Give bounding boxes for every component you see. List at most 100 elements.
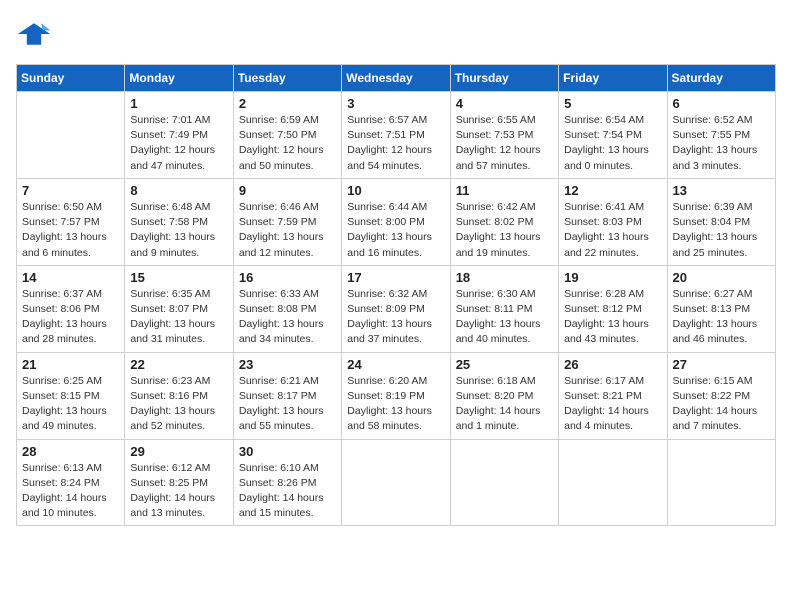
calendar-cell: 11 Sunrise: 6:42 AM Sunset: 8:02 PM Dayli… [450,178,558,265]
calendar-cell: 27 Sunrise: 6:15 AM Sunset: 8:22 PM Dayli… [667,352,775,439]
day-number: 9 [239,183,336,198]
day-number: 8 [130,183,227,198]
calendar-cell [342,439,450,526]
calendar-cell: 12 Sunrise: 6:41 AM Sunset: 8:03 PM Dayli… [559,178,667,265]
day-info: Sunrise: 6:27 AM Sunset: 8:13 PM Dayligh… [673,287,770,348]
day-number: 7 [22,183,119,198]
calendar-cell: 24Sunrise: 6:20 AM Sunset: 8:19 PM Dayli… [342,352,450,439]
day-number: 6 [673,96,770,111]
calendar-cell: 28Sunrise: 6:13 AM Sunset: 8:24 PM Dayli… [17,439,125,526]
day-info: Sunrise: 6:18 AM Sunset: 8:20 PM Dayligh… [456,374,553,435]
day-info: Sunrise: 6:21 AM Sunset: 8:17 PM Dayligh… [239,374,336,435]
day-info: Sunrise: 6:52 AM Sunset: 7:55 PM Dayligh… [673,113,770,174]
column-header-wednesday: Wednesday [342,65,450,92]
calendar-week-row: 1 Sunrise: 7:01 AM Sunset: 7:49 PM Daylig… [17,92,776,179]
calendar-cell: 6 Sunrise: 6:52 AM Sunset: 7:55 PM Daylig… [667,92,775,179]
column-header-tuesday: Tuesday [233,65,341,92]
day-number: 22 [130,357,227,372]
day-info: Sunrise: 6:48 AM Sunset: 7:58 PM Dayligh… [130,200,227,261]
calendar-cell: 16 Sunrise: 6:33 AM Sunset: 8:08 PM Dayli… [233,265,341,352]
day-number: 17 [347,270,444,285]
day-number: 25 [456,357,553,372]
day-number: 29 [130,444,227,459]
day-number: 27 [673,357,770,372]
calendar-cell [559,439,667,526]
day-number: 5 [564,96,661,111]
day-number: 1 [130,96,227,111]
calendar-week-row: 21 Sunrise: 6:25 AM Sunset: 8:15 PM Dayli… [17,352,776,439]
calendar-cell: 22 Sunrise: 6:23 AM Sunset: 8:16 PM Dayli… [125,352,233,439]
day-info: Sunrise: 6:59 AM Sunset: 7:50 PM Dayligh… [239,113,336,174]
day-number: 4 [456,96,553,111]
calendar-cell: 25 Sunrise: 6:18 AM Sunset: 8:20 PM Dayli… [450,352,558,439]
day-info: Sunrise: 7:01 AM Sunset: 7:49 PM Dayligh… [130,113,227,174]
calendar-cell: 20 Sunrise: 6:27 AM Sunset: 8:13 PM Dayli… [667,265,775,352]
day-number: 12 [564,183,661,198]
day-number: 23 [239,357,336,372]
calendar-cell: 10Sunrise: 6:44 AM Sunset: 8:00 PM Dayli… [342,178,450,265]
day-info: Sunrise: 6:44 AM Sunset: 8:00 PM Dayligh… [347,200,444,261]
day-info: Sunrise: 6:57 AM Sunset: 7:51 PM Dayligh… [347,113,444,174]
day-number: 11 [456,183,553,198]
day-info: Sunrise: 6:32 AM Sunset: 8:09 PM Dayligh… [347,287,444,348]
day-info: Sunrise: 6:41 AM Sunset: 8:03 PM Dayligh… [564,200,661,261]
calendar-cell: 4 Sunrise: 6:55 AM Sunset: 7:53 PM Daylig… [450,92,558,179]
day-info: Sunrise: 6:39 AM Sunset: 8:04 PM Dayligh… [673,200,770,261]
logo-icon [16,16,52,52]
calendar-cell: 18Sunrise: 6:30 AM Sunset: 8:11 PM Dayli… [450,265,558,352]
calendar-cell: 3Sunrise: 6:57 AM Sunset: 7:51 PM Daylig… [342,92,450,179]
column-header-saturday: Saturday [667,65,775,92]
calendar-cell [450,439,558,526]
day-number: 2 [239,96,336,111]
day-number: 15 [130,270,227,285]
calendar-cell [667,439,775,526]
day-info: Sunrise: 6:55 AM Sunset: 7:53 PM Dayligh… [456,113,553,174]
day-info: Sunrise: 6:23 AM Sunset: 8:16 PM Dayligh… [130,374,227,435]
day-number: 30 [239,444,336,459]
day-number: 21 [22,357,119,372]
calendar-cell: 23 Sunrise: 6:21 AM Sunset: 8:17 PM Dayli… [233,352,341,439]
calendar-cell: 15Sunrise: 6:35 AM Sunset: 8:07 PM Dayli… [125,265,233,352]
day-number: 14 [22,270,119,285]
calendar-cell: 26 Sunrise: 6:17 AM Sunset: 8:21 PM Dayli… [559,352,667,439]
calendar-cell: 17 Sunrise: 6:32 AM Sunset: 8:09 PM Dayli… [342,265,450,352]
day-number: 19 [564,270,661,285]
calendar-cell: 14 Sunrise: 6:37 AM Sunset: 8:06 PM Dayli… [17,265,125,352]
day-info: Sunrise: 6:15 AM Sunset: 8:22 PM Dayligh… [673,374,770,435]
day-info: Sunrise: 6:30 AM Sunset: 8:11 PM Dayligh… [456,287,553,348]
calendar-cell: 1 Sunrise: 7:01 AM Sunset: 7:49 PM Daylig… [125,92,233,179]
calendar-cell [17,92,125,179]
day-info: Sunrise: 6:50 AM Sunset: 7:57 PM Dayligh… [22,200,119,261]
calendar-cell: 2 Sunrise: 6:59 AM Sunset: 7:50 PM Daylig… [233,92,341,179]
calendar-cell: 21 Sunrise: 6:25 AM Sunset: 8:15 PM Dayli… [17,352,125,439]
day-number: 28 [22,444,119,459]
day-number: 24 [347,357,444,372]
day-info: Sunrise: 6:12 AM Sunset: 8:25 PM Dayligh… [130,461,227,522]
day-info: Sunrise: 6:42 AM Sunset: 8:02 PM Dayligh… [456,200,553,261]
day-info: Sunrise: 6:33 AM Sunset: 8:08 PM Dayligh… [239,287,336,348]
calendar-header-row: SundayMondayTuesdayWednesdayThursdayFrid… [17,65,776,92]
calendar-cell: 8 Sunrise: 6:48 AM Sunset: 7:58 PM Daylig… [125,178,233,265]
calendar-week-row: 28Sunrise: 6:13 AM Sunset: 8:24 PM Dayli… [17,439,776,526]
day-number: 13 [673,183,770,198]
calendar-cell: 9 Sunrise: 6:46 AM Sunset: 7:59 PM Daylig… [233,178,341,265]
day-info: Sunrise: 6:37 AM Sunset: 8:06 PM Dayligh… [22,287,119,348]
column-header-monday: Monday [125,65,233,92]
calendar-cell: 30Sunrise: 6:10 AM Sunset: 8:26 PM Dayli… [233,439,341,526]
day-number: 16 [239,270,336,285]
day-info: Sunrise: 6:54 AM Sunset: 7:54 PM Dayligh… [564,113,661,174]
day-number: 26 [564,357,661,372]
column-header-sunday: Sunday [17,65,125,92]
calendar-cell: 7 Sunrise: 6:50 AM Sunset: 7:57 PM Daylig… [17,178,125,265]
calendar-table: SundayMondayTuesdayWednesdayThursdayFrid… [16,64,776,526]
column-header-thursday: Thursday [450,65,558,92]
day-number: 20 [673,270,770,285]
calendar-cell: 29 Sunrise: 6:12 AM Sunset: 8:25 PM Dayli… [125,439,233,526]
day-info: Sunrise: 6:46 AM Sunset: 7:59 PM Dayligh… [239,200,336,261]
day-info: Sunrise: 6:17 AM Sunset: 8:21 PM Dayligh… [564,374,661,435]
column-header-friday: Friday [559,65,667,92]
day-info: Sunrise: 6:25 AM Sunset: 8:15 PM Dayligh… [22,374,119,435]
calendar-cell: 5 Sunrise: 6:54 AM Sunset: 7:54 PM Daylig… [559,92,667,179]
day-info: Sunrise: 6:28 AM Sunset: 8:12 PM Dayligh… [564,287,661,348]
calendar-week-row: 14 Sunrise: 6:37 AM Sunset: 8:06 PM Dayli… [17,265,776,352]
